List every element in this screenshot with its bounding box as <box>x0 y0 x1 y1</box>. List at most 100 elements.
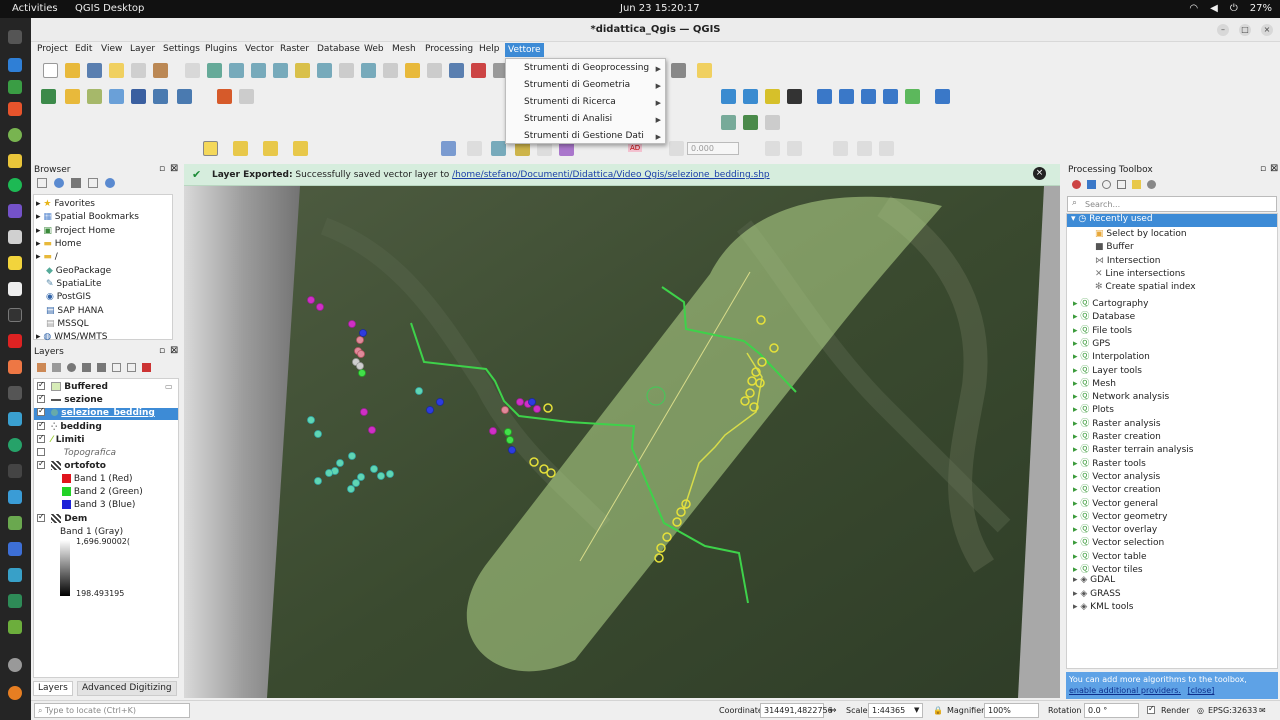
algorithm-group[interactable]: ▸ Ⓠ Raster tools <box>1073 456 1146 469</box>
zoom-layer-icon[interactable] <box>317 63 332 78</box>
layer-row-topografica[interactable]: Topografica <box>37 447 116 458</box>
new-bookmark-icon[interactable] <box>427 63 442 78</box>
messages-icon[interactable]: ✉ <box>1259 706 1266 715</box>
layer-row-ortofoto[interactable]: ortofoto <box>37 459 106 471</box>
layout-manager-icon[interactable] <box>131 63 146 78</box>
add-raster-layer-icon[interactable] <box>109 89 124 104</box>
algorithm-group[interactable]: ▸ Ⓠ Database <box>1073 309 1135 322</box>
algorithm-group[interactable]: ▸ Ⓠ Vector table <box>1073 549 1147 562</box>
new-geopackage-icon[interactable] <box>65 89 80 104</box>
render-checkbox[interactable] <box>1147 704 1158 715</box>
close-info-link[interactable]: [close] <box>1188 686 1215 695</box>
label-pin-icon[interactable] <box>467 141 482 156</box>
dock-app-icon[interactable] <box>8 80 22 94</box>
settings-icon[interactable] <box>1147 180 1156 189</box>
algorithm-group[interactable]: ▸ Ⓠ Network analysis <box>1073 389 1169 402</box>
dock-app-icon[interactable] <box>8 230 22 244</box>
algorithm-group[interactable]: ▸ Ⓠ GPS <box>1073 336 1110 349</box>
algorithm-group[interactable]: ▸ Ⓠ Raster creation <box>1073 429 1161 442</box>
history-icon[interactable] <box>1102 180 1111 189</box>
dock-app-icon[interactable] <box>8 360 22 374</box>
delete-icon[interactable] <box>765 115 780 130</box>
dock-app-icon[interactable] <box>8 620 22 634</box>
message-link[interactable]: /home/stefano/Documenti/Didattica/Video … <box>452 170 770 180</box>
profile-tool-icon[interactable] <box>905 89 920 104</box>
tree-item[interactable]: ▸ ▦ Spatial Bookmarks <box>36 212 139 222</box>
algorithm-group[interactable]: ▸ Ⓠ Vector selection <box>1073 535 1164 548</box>
print-layout-icon[interactable] <box>109 63 124 78</box>
panel-close-icon[interactable]: ⊠ <box>170 163 178 174</box>
panel-float-icon[interactable]: ▫ <box>159 346 165 356</box>
refresh-icon[interactable] <box>54 178 64 188</box>
zoom-last-icon[interactable] <box>361 63 376 78</box>
help-icon[interactable] <box>935 89 950 104</box>
apps-grid-icon[interactable] <box>8 30 22 44</box>
label-move-icon[interactable] <box>491 141 506 156</box>
algorithm-group[interactable]: ▸ Ⓠ Mesh <box>1073 376 1116 389</box>
dock-app-icon[interactable] <box>8 154 22 168</box>
zoom-next-icon[interactable] <box>383 63 398 78</box>
remove-layer-icon[interactable] <box>142 363 151 372</box>
menu-raster[interactable]: Raster <box>280 44 309 54</box>
layer-checkbox[interactable] <box>37 512 45 522</box>
algorithm-group[interactable]: ▸ Ⓠ Interpolation <box>1073 349 1150 362</box>
activities-button[interactable]: Activities <box>12 3 58 14</box>
panel-float-icon[interactable]: ▫ <box>159 164 165 174</box>
panel-float-icon[interactable]: ▫ <box>1260 164 1266 174</box>
algorithm-item[interactable]: ▣ Select by location <box>1095 229 1187 239</box>
zoom-out-icon[interactable] <box>251 63 266 78</box>
dock-app-icon[interactable] <box>8 282 22 296</box>
scripts-icon[interactable] <box>1087 180 1096 189</box>
dock-app-icon[interactable] <box>8 464 22 478</box>
dock-app-icon[interactable] <box>8 516 22 530</box>
python-console-icon[interactable] <box>817 89 832 104</box>
temporal-controller-icon[interactable] <box>471 63 486 78</box>
clock[interactable]: Jun 23 15:20:17 <box>620 3 700 14</box>
tree-item[interactable]: ▤ MSSQL <box>46 319 89 329</box>
menu-processing[interactable]: Processing <box>425 44 473 54</box>
algorithm-group[interactable]: ▸ Ⓠ Layer tools <box>1073 363 1142 376</box>
menu-web[interactable]: Web <box>364 44 384 54</box>
dock-app-icon[interactable] <box>8 204 22 218</box>
dock-app-icon[interactable] <box>8 256 22 270</box>
algorithm-group[interactable]: ▸ Ⓠ Vector geometry <box>1073 509 1167 522</box>
layer-row-sezione[interactable]: sezione <box>37 393 103 405</box>
tab-layers[interactable]: Layers <box>33 681 73 696</box>
enable-providers-link[interactable]: enable additional providers. <box>1069 686 1181 695</box>
layer-checkbox[interactable] <box>37 433 45 443</box>
add-wms-icon[interactable] <box>177 89 192 104</box>
dock-app-icon[interactable] <box>8 334 22 348</box>
algorithm-group[interactable]: ▸ Ⓠ Vector tiles <box>1073 562 1143 575</box>
coord-input[interactable]: 0.000 <box>687 142 739 155</box>
menu-vettore[interactable]: Vettore <box>505 43 544 57</box>
save-project-icon[interactable] <box>87 63 102 78</box>
expand-all-icon[interactable] <box>112 363 121 372</box>
menu-mesh[interactable]: Mesh <box>392 44 416 54</box>
models-icon[interactable] <box>1072 180 1081 189</box>
layer-checkbox[interactable] <box>37 393 45 403</box>
kmz-icon[interactable] <box>861 89 876 104</box>
tree-item[interactable]: ▸ ◍ WMS/WMTS <box>36 332 107 342</box>
dock-app-icon[interactable] <box>8 594 22 608</box>
edit-features-icon[interactable] <box>1132 180 1141 189</box>
add-vector-layer-icon[interactable] <box>87 89 102 104</box>
layer-row-buffered[interactable]: Buffered <box>37 380 108 392</box>
kml-icon[interactable] <box>839 89 854 104</box>
layer-checkbox[interactable] <box>37 420 45 430</box>
algorithm-group[interactable]: ▸ Ⓠ Raster analysis <box>1073 416 1161 429</box>
algorithm-group[interactable]: ▸ Ⓠ Plots <box>1073 402 1114 415</box>
algorithm-group[interactable]: ▸ Ⓠ Vector overlay <box>1073 522 1157 535</box>
layer-row-dem[interactable]: Dem <box>37 512 87 524</box>
layer-checkbox[interactable] <box>37 380 45 390</box>
measure-icon[interactable] <box>671 63 686 78</box>
filter-icon[interactable] <box>71 178 81 188</box>
menu-item-geoprocessing[interactable]: Strumenti di Geoprocessing <box>524 63 649 73</box>
add-selected-icon[interactable] <box>37 178 47 188</box>
filter-legend-icon[interactable] <box>82 363 91 372</box>
dock-app-icon[interactable] <box>8 490 22 504</box>
menu-database[interactable]: Database <box>317 44 360 54</box>
rotation-spinbox[interactable]: 0.0 ° <box>1084 703 1139 718</box>
add-mesh-icon[interactable] <box>131 89 146 104</box>
visibility-icon[interactable] <box>67 363 76 372</box>
menu-view[interactable]: View <box>101 44 122 54</box>
